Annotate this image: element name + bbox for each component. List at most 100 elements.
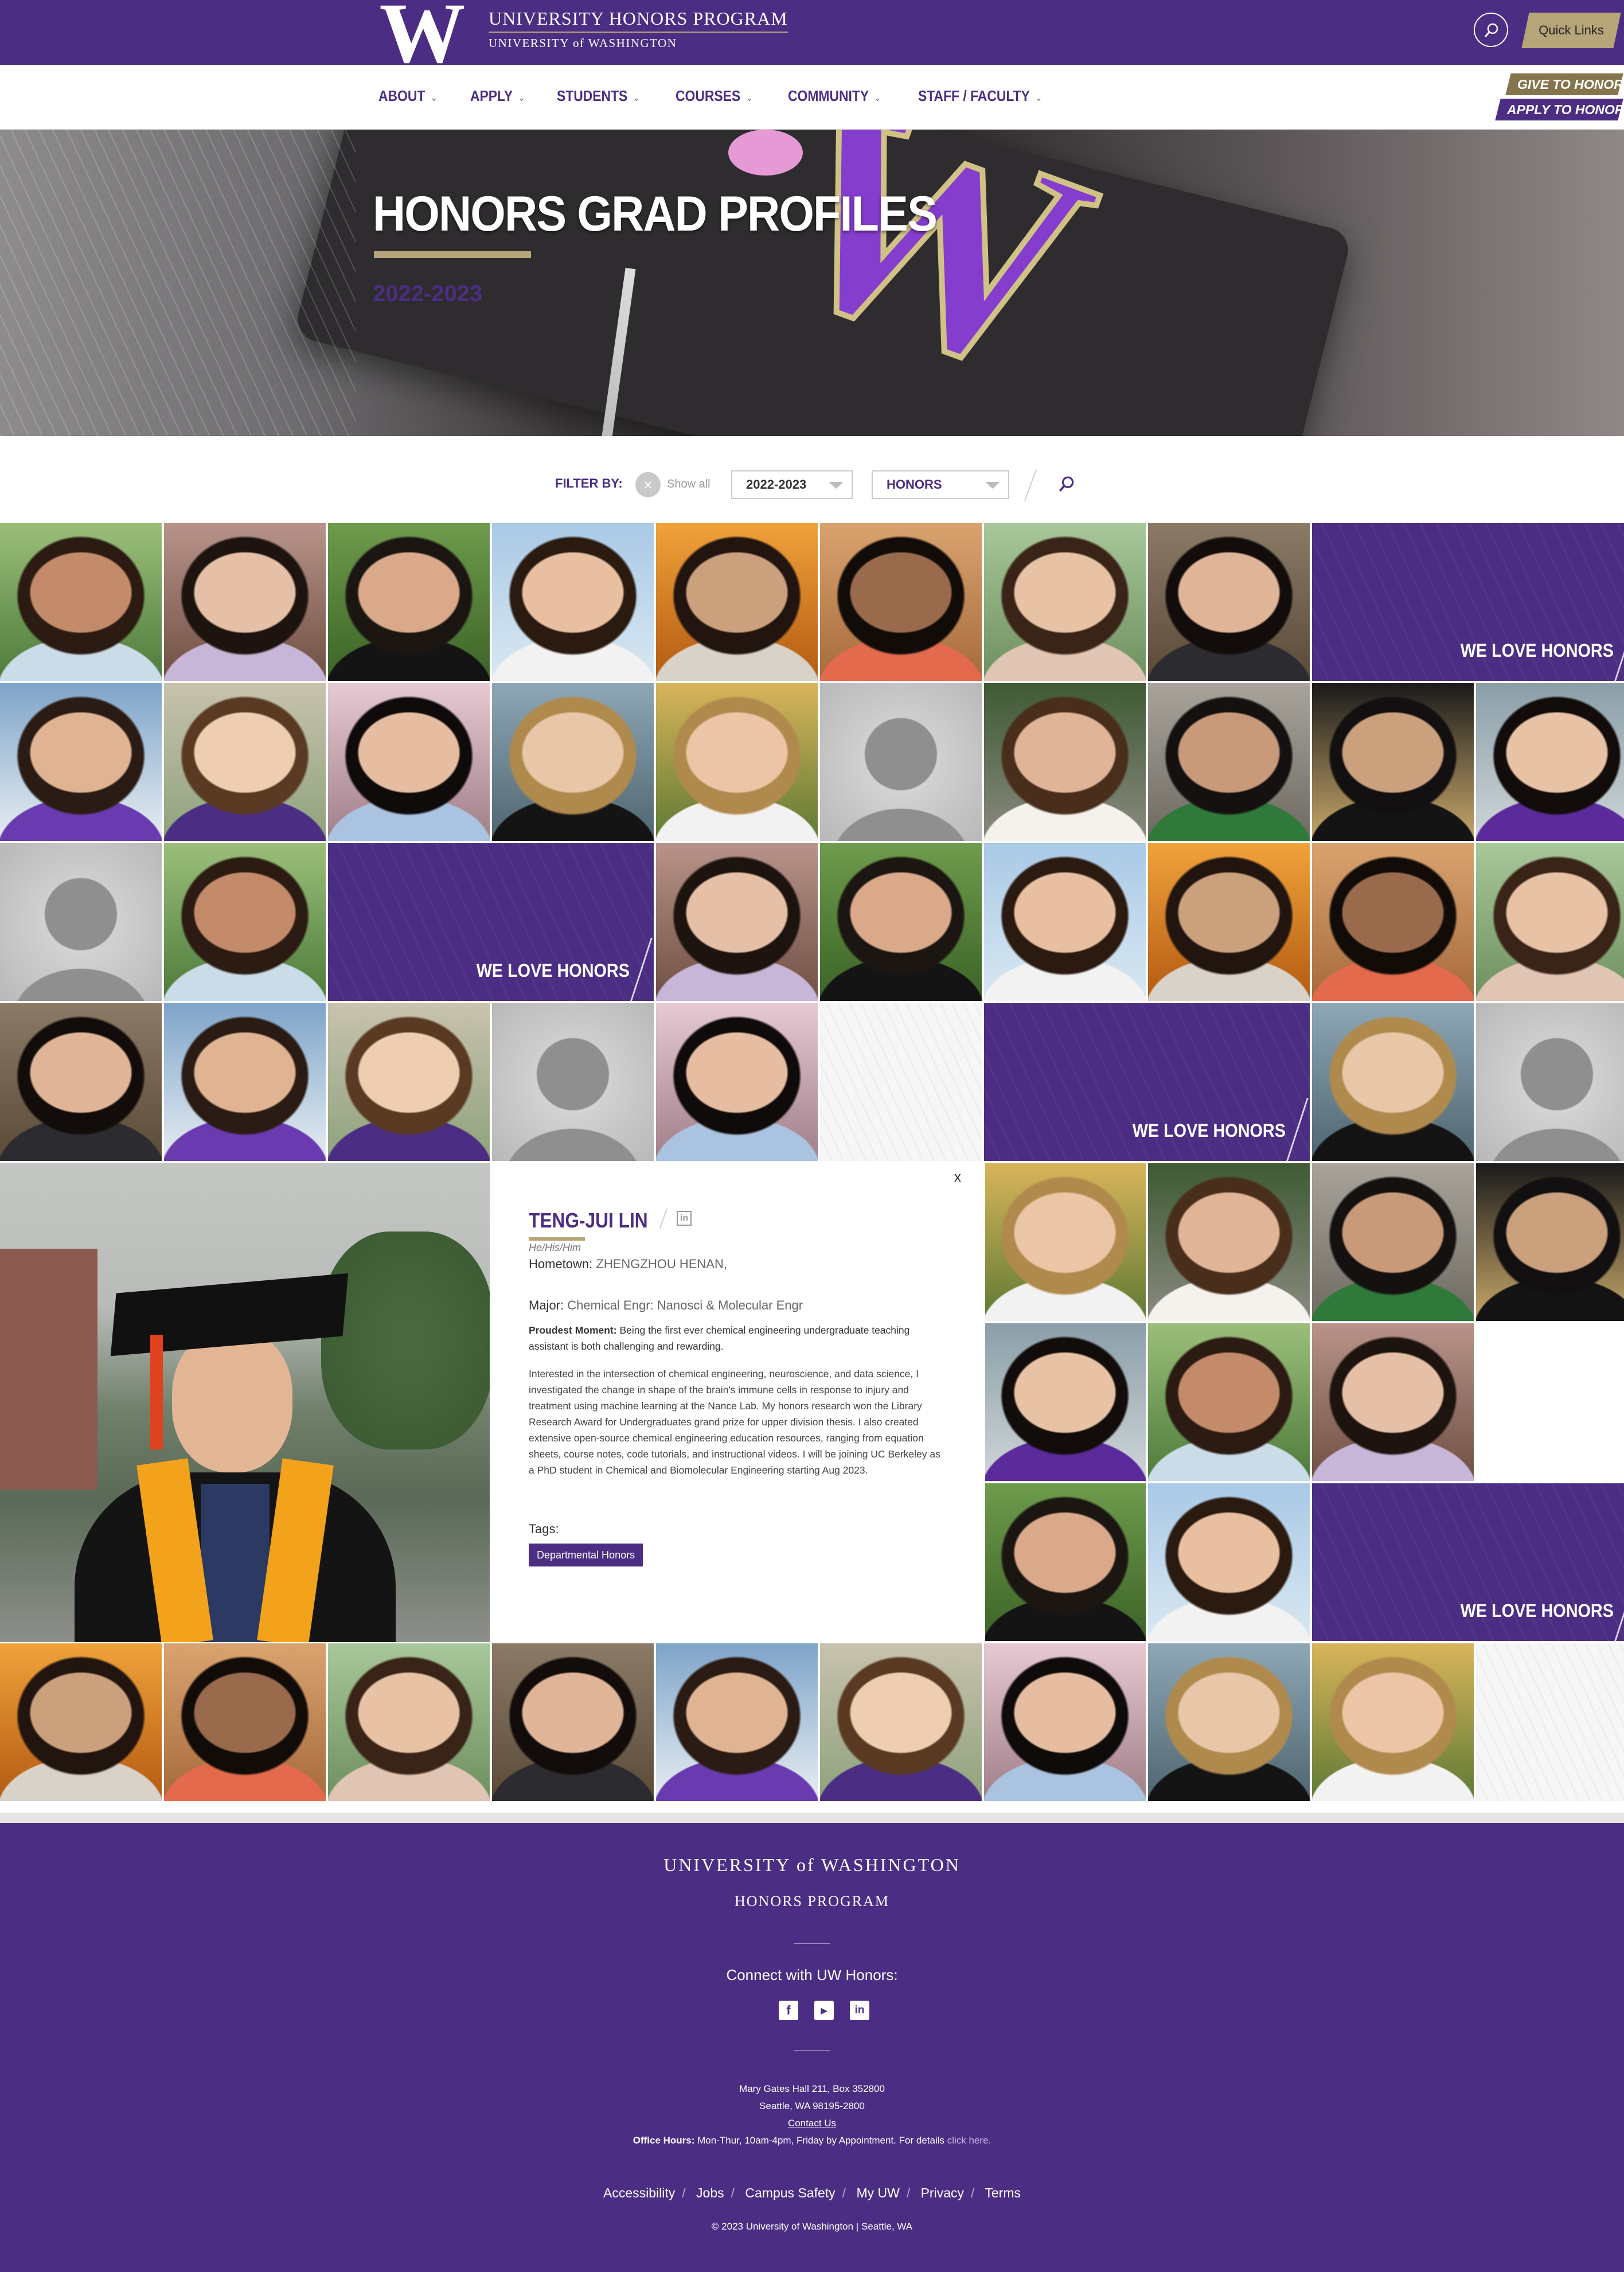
profile-tile[interactable] xyxy=(1148,1323,1311,1482)
profile-tile[interactable] xyxy=(0,523,163,682)
footer-link-campus-safety[interactable]: Campus Safety xyxy=(745,2185,835,2200)
profile-tile[interactable] xyxy=(984,1483,1147,1642)
profile-tile[interactable] xyxy=(1312,843,1475,1002)
profile-tile[interactable] xyxy=(984,1323,1147,1482)
footer-program-name[interactable]: HONORS PROGRAM xyxy=(0,1893,1624,1910)
nav-item-courses[interactable]: COURSES ⌄ xyxy=(676,87,753,105)
hometown-value: ZHENGZHOU HENAN, xyxy=(596,1257,727,1271)
header-search-button[interactable] xyxy=(1474,13,1508,47)
footer-link-jobs[interactable]: Jobs xyxy=(696,2185,724,2200)
profile-tile[interactable] xyxy=(0,1643,163,1802)
profile-tile[interactable] xyxy=(820,1643,983,1802)
profile-tile[interactable] xyxy=(1476,843,1624,1002)
nav-item-community[interactable]: COMMUNITY ⌄ xyxy=(788,87,881,105)
linkedin-icon[interactable]: in xyxy=(677,1211,692,1226)
profile-tile[interactable] xyxy=(656,683,819,842)
profile-tile[interactable] xyxy=(1312,1323,1475,1482)
profile-tile[interactable] xyxy=(1148,1163,1311,1322)
profile-tile[interactable] xyxy=(656,1003,819,1162)
year-select[interactable]: 2022-2023 xyxy=(731,470,853,499)
nav-item-students[interactable]: STUDENTS ⌄ xyxy=(557,87,640,105)
profile-tile[interactable] xyxy=(492,523,655,682)
profile-tile-placeholder[interactable] xyxy=(820,683,983,842)
trees-background xyxy=(321,1232,490,1449)
linkedin-icon[interactable]: in xyxy=(850,2001,869,2020)
profile-tile[interactable] xyxy=(1148,1643,1311,1802)
nav-item-label: COMMUNITY xyxy=(787,87,869,104)
profile-tile[interactable] xyxy=(0,683,163,842)
site-footer: UNIVERSITY of WASHINGTON HONORS PROGRAM … xyxy=(0,1823,1624,2272)
we-love-honors-tile[interactable]: WE LOVE HONORS xyxy=(1312,1483,1624,1642)
profile-tile[interactable] xyxy=(0,1003,163,1162)
youtube-icon[interactable]: ▶ xyxy=(814,2001,834,2020)
uw-w-logo[interactable]: W xyxy=(373,0,466,76)
profile-tile[interactable] xyxy=(164,843,327,1002)
profile-tile[interactable] xyxy=(492,1643,655,1802)
profile-tile[interactable] xyxy=(1312,1003,1475,1162)
profile-tile[interactable] xyxy=(1148,683,1311,842)
profile-tile-placeholder[interactable] xyxy=(492,1003,655,1162)
footer-link-accessibility[interactable]: Accessibility xyxy=(603,2185,675,2200)
profile-tile[interactable] xyxy=(984,843,1147,1002)
footer-link-privacy[interactable]: Privacy xyxy=(921,2185,964,2200)
profile-tile[interactable] xyxy=(164,1643,327,1802)
profile-tile[interactable] xyxy=(328,683,491,842)
shirt xyxy=(201,1484,270,1642)
we-love-honors-tile[interactable]: WE LOVE HONORS xyxy=(984,1003,1311,1162)
show-all-link[interactable]: Show all xyxy=(667,478,710,491)
profile-tile[interactable] xyxy=(328,523,491,682)
we-love-honors-tile[interactable]: WE LOVE HONORS xyxy=(1312,523,1624,682)
tag-departmental-honors[interactable]: Departmental Honors xyxy=(529,1544,643,1566)
profile-tile[interactable] xyxy=(164,683,327,842)
chevron-down-icon: ⌄ xyxy=(1034,92,1043,103)
footer-university-name[interactable]: UNIVERSITY of WASHINGTON xyxy=(0,1854,1624,1876)
footer-link-terms[interactable]: Terms xyxy=(985,2185,1021,2200)
nav-item-about[interactable]: ABOUT ⌄ xyxy=(378,87,438,105)
profile-tile[interactable] xyxy=(1476,683,1624,842)
year-select-value: 2022-2023 xyxy=(746,477,807,492)
give-to-honors-button[interactable]: GIVE TO HONORS xyxy=(1505,73,1624,95)
profile-tile[interactable] xyxy=(984,1643,1147,1802)
filter-label: FILTER BY: xyxy=(555,476,623,490)
profile-tile[interactable] xyxy=(984,683,1147,842)
apply-to-honors-button[interactable]: APPLY TO HONORS xyxy=(1495,99,1624,120)
profile-tile[interactable] xyxy=(1148,523,1311,682)
brand-wordmark[interactable]: UNIVERSITY HONORS PROGRAM UNIVERSITY of … xyxy=(489,8,788,50)
footer-link-separator: / xyxy=(906,2185,911,2200)
close-button[interactable]: x xyxy=(954,1170,961,1186)
profile-tile[interactable] xyxy=(164,1003,327,1162)
profile-tile[interactable] xyxy=(1312,1163,1475,1322)
profile-tile[interactable] xyxy=(1476,1163,1624,1322)
we-love-honors-tile[interactable]: WE LOVE HONORS xyxy=(328,843,655,1002)
category-select[interactable]: HONORS xyxy=(872,470,1009,499)
profile-tile-placeholder[interactable] xyxy=(0,843,163,1002)
facebook-icon[interactable]: f xyxy=(779,2001,798,2020)
profile-tile[interactable] xyxy=(1148,1483,1311,1642)
nav-item-staff-faculty[interactable]: STAFF / FACULTY ⌄ xyxy=(918,87,1043,105)
profile-tile[interactable] xyxy=(984,523,1147,682)
profile-tile[interactable] xyxy=(820,843,983,1002)
nav-item-label: ABOUT xyxy=(378,87,425,104)
contact-us-link[interactable]: Contact Us xyxy=(0,2118,1624,2129)
profile-tile[interactable] xyxy=(820,523,983,682)
profile-tile[interactable] xyxy=(492,683,655,842)
footer-link-separator: / xyxy=(682,2185,686,2200)
profile-tile[interactable] xyxy=(984,1163,1147,1322)
profile-tile[interactable] xyxy=(656,843,819,1002)
profile-tile[interactable] xyxy=(328,1003,491,1162)
profile-tile[interactable] xyxy=(656,1643,819,1802)
office-hours-link[interactable]: click here. xyxy=(947,2135,991,2146)
profile-tile[interactable] xyxy=(1312,683,1475,842)
name-underline xyxy=(529,1237,585,1241)
footer-link-my-uw[interactable]: My UW xyxy=(856,2185,899,2200)
filter-search-button[interactable] xyxy=(1057,475,1076,496)
profile-tile[interactable] xyxy=(656,523,819,682)
profile-tile[interactable] xyxy=(1148,843,1311,1002)
profile-tile[interactable] xyxy=(164,523,327,682)
profile-tile[interactable] xyxy=(1312,1643,1475,1802)
nav-item-apply[interactable]: APPLY ⌄ xyxy=(470,87,525,105)
quick-links-button[interactable]: Quick Links xyxy=(1521,13,1621,48)
profile-tile[interactable] xyxy=(328,1643,491,1802)
clear-filter-icon[interactable]: × xyxy=(635,472,661,497)
profile-tile-placeholder[interactable] xyxy=(1476,1003,1624,1162)
